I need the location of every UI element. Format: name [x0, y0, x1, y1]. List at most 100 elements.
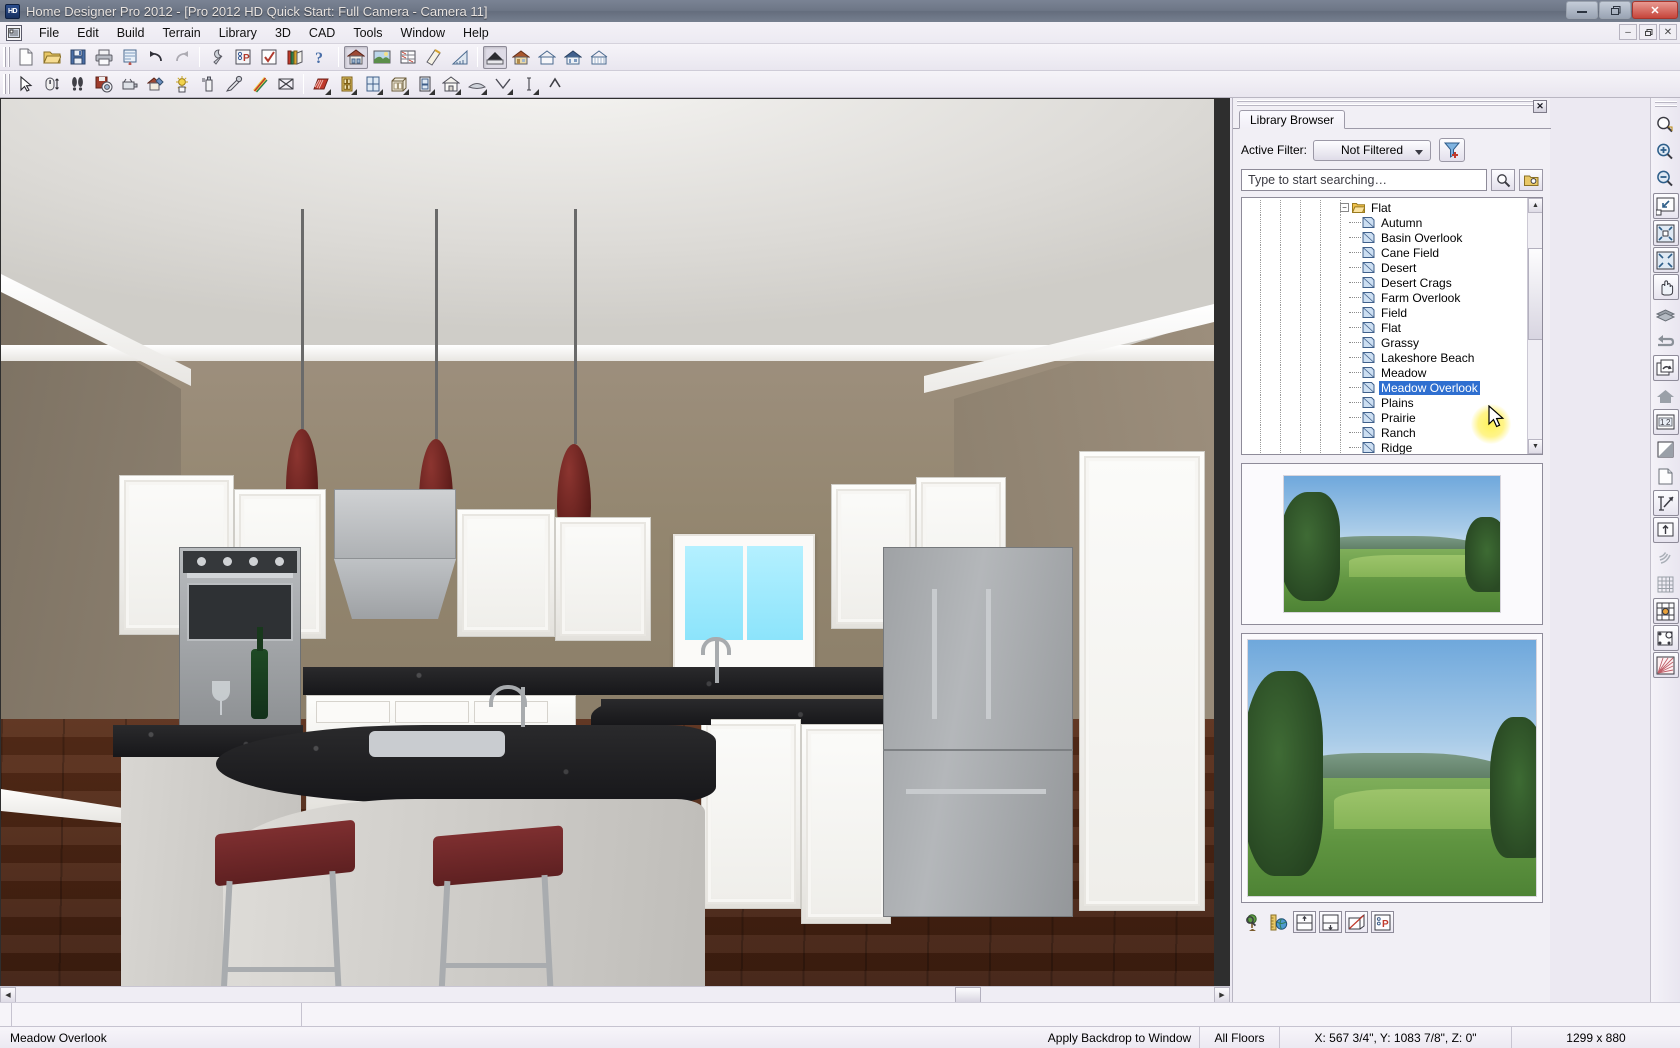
menu-help[interactable]: Help [454, 24, 498, 42]
cross-section-button[interactable] [396, 46, 420, 69]
rendered-kitchen-scene[interactable] [1, 99, 1214, 991]
active-filter-combobox[interactable]: Not Filtered [1313, 140, 1431, 161]
color-toggle-button[interactable] [1653, 436, 1679, 462]
tree-expander[interactable]: − [1340, 203, 1349, 212]
cabinet-door[interactable] [1084, 456, 1200, 906]
camera-viewport[interactable] [0, 98, 1230, 1018]
base-cabinet-right[interactable] [801, 724, 891, 924]
tree-node[interactable]: Ridge [1242, 440, 1528, 454]
roof-plane-button[interactable] [491, 73, 515, 96]
spray-paint-button[interactable] [196, 73, 220, 96]
tree-node[interactable]: Prairie [1242, 410, 1528, 425]
library-tree-content[interactable]: − Flat Autumn Basin Overlook Cane Field … [1242, 198, 1528, 454]
full-camera-button[interactable] [483, 46, 507, 69]
preferences-button[interactable] [205, 46, 229, 69]
layers-button[interactable] [1653, 301, 1679, 327]
edit-area-button[interactable] [144, 73, 168, 96]
doll-house-button[interactable] [561, 46, 585, 69]
drawer-2[interactable] [395, 701, 469, 723]
zoom-in-button[interactable] [1653, 139, 1679, 165]
hide-rooms-button[interactable] [274, 73, 298, 96]
menu-build[interactable]: Build [108, 24, 154, 42]
tree-node[interactable]: Grassy [1242, 335, 1528, 350]
library-panel-top-button[interactable] [1293, 911, 1316, 933]
mdi-restore-button[interactable] [1639, 24, 1657, 40]
redo-button[interactable] [170, 46, 194, 69]
sink-base-cabinet[interactable] [701, 719, 801, 909]
cabinet-door[interactable] [560, 522, 646, 636]
library-preview-small[interactable] [1241, 463, 1543, 625]
tab-library-browser[interactable]: Library Browser [1239, 110, 1345, 129]
range-hood-taper[interactable] [334, 559, 456, 619]
page-setup-button[interactable] [1653, 463, 1679, 489]
zoom-extents-button[interactable] [1653, 247, 1679, 273]
print-button[interactable] [92, 46, 116, 69]
rainbow-button[interactable] [248, 73, 272, 96]
default-settings-button[interactable]: P [231, 46, 255, 69]
cabinet-door[interactable] [706, 724, 796, 904]
refresh-display-button[interactable] [1653, 355, 1679, 381]
tree-scroll-down-arrow[interactable]: ▼ [1528, 439, 1543, 454]
minimize-button[interactable] [1566, 1, 1598, 19]
dimension-button[interactable] [517, 73, 541, 96]
tree-scroll-up-arrow[interactable]: ▲ [1528, 198, 1543, 213]
tree-node[interactable]: Meadow [1242, 365, 1528, 380]
save-plan-button[interactable] [66, 46, 90, 69]
viewport-horizontal-scrollbar[interactable]: ◀ ▶ [0, 986, 1230, 1002]
tree-scroll-thumb[interactable] [1528, 248, 1543, 340]
upper-cabinet-center[interactable] [457, 509, 555, 637]
framing-overview-button[interactable] [587, 46, 611, 69]
tree-node[interactable]: Lakeshore Beach [1242, 350, 1528, 365]
tree-node[interactable]: Desert Crags [1242, 275, 1528, 290]
tree-node[interactable]: Plains [1242, 395, 1528, 410]
oven-knob-4[interactable] [275, 557, 284, 566]
new-plan-button[interactable] [14, 46, 38, 69]
island-sink[interactable] [369, 731, 505, 757]
fill-window-building-button[interactable] [1653, 220, 1679, 246]
refrigerator-freezer-handle[interactable] [906, 789, 1046, 794]
roofs-button[interactable] [439, 73, 463, 96]
grid-snaps-button[interactable] [1653, 598, 1679, 624]
object-snaps-button[interactable] [1653, 625, 1679, 651]
menu-window[interactable]: Window [392, 24, 454, 42]
display-options-button[interactable] [257, 46, 281, 69]
library-search-button[interactable] [1491, 169, 1515, 191]
windows-button[interactable] [361, 73, 385, 96]
tree-node[interactable]: Field [1242, 305, 1528, 320]
menu-3d[interactable]: 3D [266, 24, 300, 42]
tree-node-root[interactable]: − Flat [1242, 200, 1528, 215]
library-hide-preview-button[interactable] [1345, 911, 1368, 933]
library-preview-large[interactable] [1241, 633, 1543, 903]
pendant-light-2[interactable] [435, 209, 438, 439]
adjust-camera-button[interactable] [118, 73, 142, 96]
view-toolbar-grip[interactable] [3, 74, 10, 94]
terrain-button[interactable] [309, 73, 333, 96]
open-plan-button[interactable] [40, 46, 64, 69]
refrigerator[interactable] [883, 547, 1073, 917]
doors-button[interactable] [335, 73, 359, 96]
plan-view-button[interactable] [344, 46, 368, 69]
wine-bottle[interactable] [251, 649, 268, 719]
oven-knob-3[interactable] [249, 557, 258, 566]
cabinets-button[interactable] [387, 73, 411, 96]
up-one-floor-button[interactable] [543, 73, 567, 96]
reference-floor-button[interactable]: 12 [1653, 409, 1679, 435]
reference-display-button[interactable] [1653, 382, 1679, 408]
tree-node-selected[interactable]: Meadow Overlook [1242, 380, 1528, 395]
pendant-light-3[interactable] [574, 209, 577, 444]
close-button[interactable]: ✕ [1632, 1, 1678, 19]
library-preview-toggle-button[interactable] [1241, 911, 1264, 933]
refrigerator-handle-left[interactable] [932, 589, 937, 719]
back-countertop[interactable] [303, 667, 883, 695]
save-camera-button[interactable] [92, 73, 116, 96]
library-tree-vertical-scrollbar[interactable]: ▲ ▼ [1527, 198, 1542, 454]
sidebar-grip[interactable] [1655, 101, 1677, 108]
mouse-orbit-button[interactable] [40, 73, 64, 96]
island-counter-right[interactable] [591, 699, 711, 725]
tall-pantry-cabinet[interactable] [1079, 451, 1205, 911]
soffit-button[interactable] [465, 73, 489, 96]
wall-elevation-button[interactable] [535, 46, 559, 69]
tree-node[interactable]: Ranch [1242, 425, 1528, 440]
menu-file[interactable]: File [30, 24, 68, 42]
eyedropper-button[interactable] [222, 73, 246, 96]
